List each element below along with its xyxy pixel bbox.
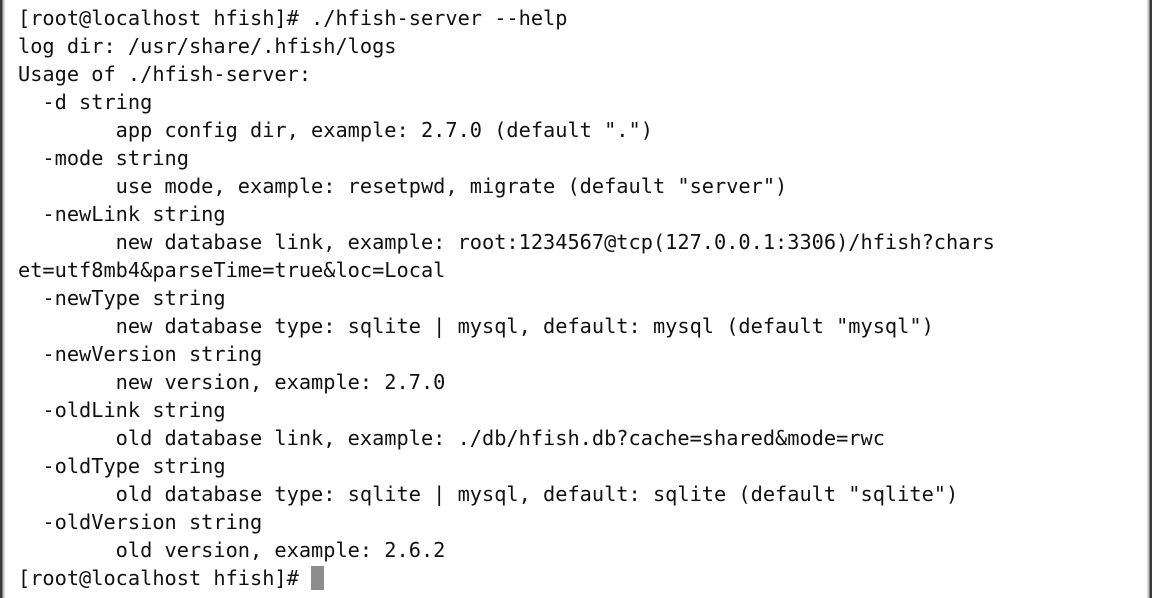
terminal-line: new database type: sqlite | mysql, defau… [18,314,934,338]
terminal-line: -newType string [18,286,226,310]
terminal-line: -newVersion string [18,342,263,366]
terminal-line: [root@localhost hfish]# ./hfish-server -… [18,6,568,30]
terminal-prompt-line[interactable]: [root@localhost hfish]# [18,564,995,592]
shell-prompt: [root@localhost hfish]# [18,566,299,590]
terminal-line: use mode, example: resetpwd, migrate (de… [18,174,788,198]
terminal-line: old version, example: 2.6.2 [18,538,446,562]
terminal-line: log dir: /usr/share/.hfish/logs [18,34,397,58]
terminal-window[interactable]: [root@localhost hfish]# ./hfish-server -… [0,0,1152,598]
text-cursor [310,566,324,590]
terminal-line: et=utf8mb4&parseTime=true&loc=Local [18,258,446,282]
window-left-edge [0,0,6,598]
terminal-line: new database link, example: root:1234567… [18,230,995,254]
terminal-output: [root@localhost hfish]# ./hfish-server -… [18,4,995,592]
terminal-line: -d string [18,90,153,114]
terminal-line: -oldVersion string [18,510,263,534]
terminal-line: -oldType string [18,454,226,478]
terminal-line: new version, example: 2.7.0 [18,370,446,394]
terminal-line: -newLink string [18,202,226,226]
window-right-edge [1146,0,1152,598]
terminal-line: app config dir, example: 2.7.0 (default … [18,118,653,142]
terminal-line: old database type: sqlite | mysql, defau… [18,482,959,506]
terminal-line: -mode string [18,146,189,170]
terminal-line: Usage of ./hfish-server: [18,62,312,86]
terminal-line: -oldLink string [18,398,226,422]
terminal-line: old database link, example: ./db/hfish.d… [18,426,885,450]
